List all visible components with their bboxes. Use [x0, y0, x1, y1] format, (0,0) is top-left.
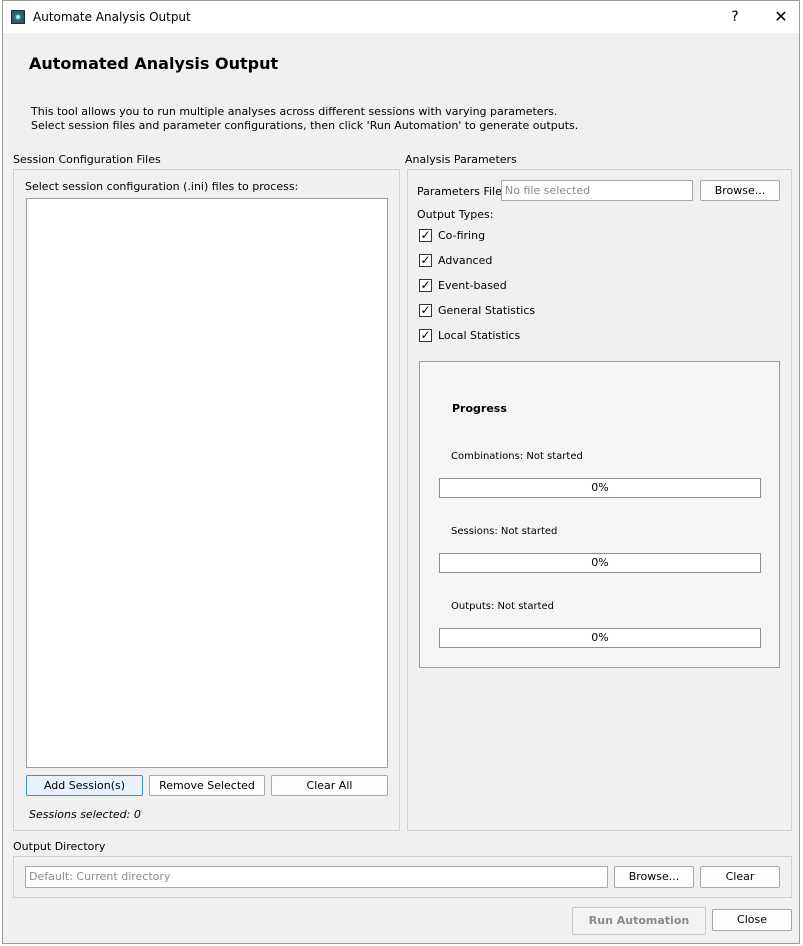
check-icon[interactable]: ✓ — [419, 279, 432, 292]
window-title: Automate Analysis Output — [33, 10, 191, 24]
progress-percent: 0% — [591, 556, 609, 569]
help-button[interactable]: ? — [717, 5, 753, 29]
combinations-status: Combinations: Not started — [451, 451, 583, 462]
output-clear-button[interactable]: Clear — [700, 866, 780, 888]
close-window-button[interactable]: ✕ — [763, 5, 799, 29]
checkbox-label: Local Statistics — [438, 329, 521, 342]
sessions-prompt: Select session configuration (.ini) file… — [25, 180, 299, 193]
add-sessions-button[interactable]: Add Session(s) — [26, 775, 143, 796]
parameters-browse-button[interactable]: Browse... — [700, 180, 780, 201]
checkbox-label: Advanced — [438, 254, 493, 267]
parameters-file-label: Parameters File: — [417, 185, 506, 198]
check-icon[interactable]: ✓ — [419, 304, 432, 317]
sessions-list[interactable] — [26, 198, 388, 768]
outputs-status: Outputs: Not started — [451, 601, 554, 612]
analysis-group-label: Analysis Parameters — [405, 153, 517, 166]
clear-all-button[interactable]: Clear All — [271, 775, 388, 796]
progress-title: Progress — [452, 402, 507, 415]
title-bar[interactable]: Automate Analysis Output ? ✕ — [3, 1, 799, 33]
sessions-status: Sessions: Not started — [451, 526, 558, 537]
app-icon — [11, 10, 25, 24]
output-directory-label: Output Directory — [13, 840, 106, 853]
dialog-window: Automate Analysis Output ? ✕ Automated A… — [2, 0, 800, 944]
combinations-progress-bar: 0% — [439, 478, 761, 498]
sessions-count: Sessions selected: 0 — [29, 808, 141, 821]
close-button[interactable]: Close — [712, 909, 792, 931]
parameters-file-input[interactable]: No file selected — [501, 180, 693, 201]
sessions-group-label: Session Configuration Files — [13, 153, 161, 166]
description-line-1: This tool allows you to run multiple ana… — [31, 105, 558, 118]
outputs-progress-bar: 0% — [439, 628, 761, 648]
progress-percent: 0% — [591, 481, 609, 494]
check-icon[interactable]: ✓ — [419, 229, 432, 242]
checkbox-label: General Statistics — [438, 304, 536, 317]
remove-selected-button[interactable]: Remove Selected — [149, 775, 265, 796]
output-directory-input[interactable]: Default: Current directory — [25, 866, 608, 888]
check-icon[interactable]: ✓ — [419, 254, 432, 267]
page-title: Automated Analysis Output — [29, 54, 279, 73]
run-automation-button[interactable]: Run Automation — [572, 907, 706, 935]
sessions-progress-bar: 0% — [439, 553, 761, 573]
description-line-2: Select session files and parameter confi… — [31, 119, 579, 132]
output-browse-button[interactable]: Browse... — [614, 866, 694, 888]
progress-percent: 0% — [591, 631, 609, 644]
checkbox-label: Event-based — [438, 279, 507, 292]
output-types-label: Output Types: — [417, 208, 494, 221]
check-icon[interactable]: ✓ — [419, 329, 432, 342]
checkbox-label: Co-firing — [438, 229, 486, 242]
